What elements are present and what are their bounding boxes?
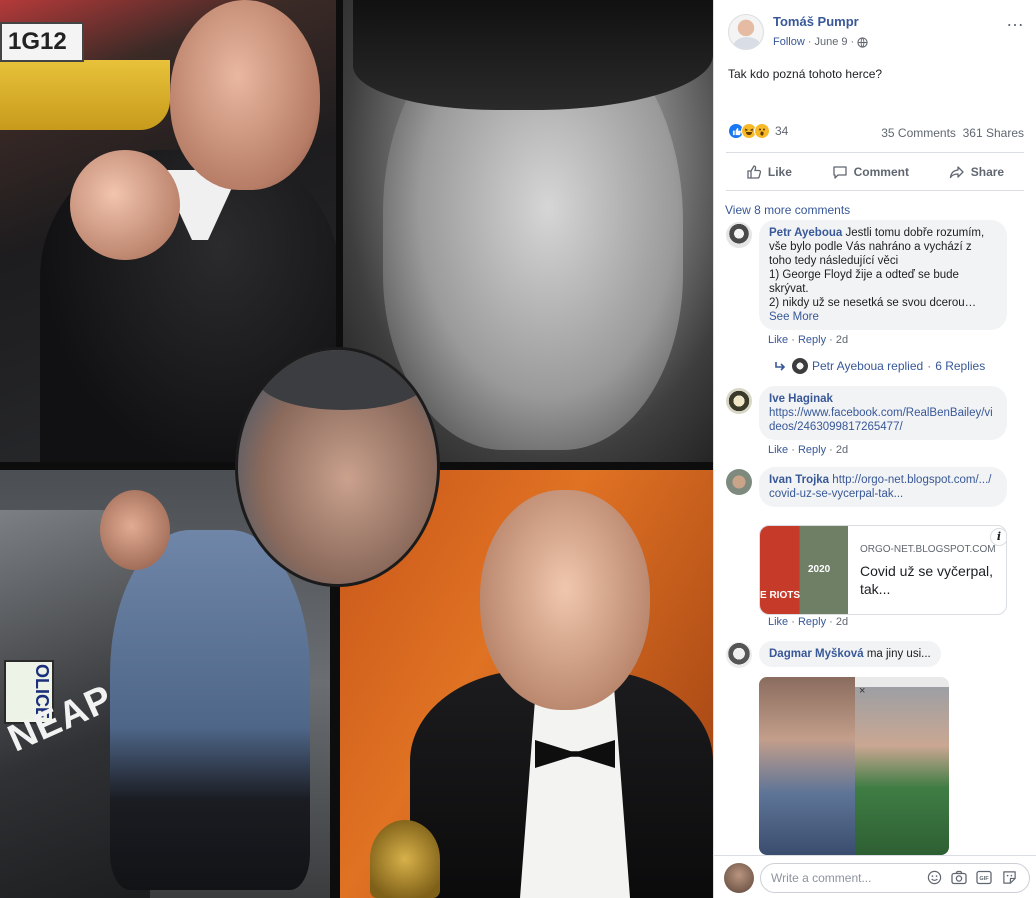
meta-separator: · xyxy=(807,36,812,48)
comments-count[interactable]: 35 Comments xyxy=(881,126,956,140)
comment-bubble: Ivan Trojka http://orgo-net.blogspot.com… xyxy=(759,467,1007,507)
comment-time[interactable]: 2d xyxy=(836,334,848,346)
post-text: Tak kdo pozná tohoto herce? xyxy=(728,67,883,81)
closeup-hair xyxy=(258,350,428,410)
composer-icons: GIF xyxy=(926,869,1017,885)
photo-tile-circle-closeup xyxy=(235,347,440,587)
officer-face xyxy=(100,490,170,570)
wow-reaction-icon xyxy=(754,123,770,139)
comment-text: 1) George Floyd žije a odteď se bude skr… xyxy=(769,269,959,295)
comment-time[interactable]: 2d xyxy=(836,616,848,628)
comment-time[interactable]: 2d xyxy=(836,444,848,456)
gif-icon[interactable]: GIF xyxy=(976,869,992,885)
post-stats: 35 Comments 361 Shares xyxy=(881,126,1024,140)
comment-attached-photo[interactable]: × xyxy=(759,677,949,855)
divider xyxy=(726,190,1024,191)
commenter-avatar[interactable] xyxy=(726,388,752,414)
author-avatar[interactable] xyxy=(728,14,764,50)
comment-like-link[interactable]: Like xyxy=(768,334,788,346)
see-more-link[interactable]: See More xyxy=(769,311,819,323)
share-button[interactable]: Share xyxy=(949,164,1004,180)
meta-separator: · xyxy=(850,36,855,48)
current-user-avatar xyxy=(724,863,754,893)
follow-button[interactable]: Follow xyxy=(773,36,805,48)
action-row: Like Comment Share xyxy=(726,158,1024,186)
comment-composer: GIF xyxy=(714,855,1036,898)
shares-count[interactable]: 361 Shares xyxy=(963,126,1024,140)
card-image-text: E RIOTS xyxy=(760,590,801,601)
meta-separator: · xyxy=(927,359,932,373)
view-more-comments-link[interactable]: View 8 more comments xyxy=(725,203,850,217)
officer-body xyxy=(110,530,310,890)
info-icon[interactable]: i xyxy=(990,528,1006,546)
comment-bubble: Petr Ayeboua Jestli tomu dobře rozumím, … xyxy=(759,220,1007,330)
camera-icon[interactable] xyxy=(951,869,967,885)
commenter-avatar[interactable] xyxy=(726,469,752,495)
emoji-icon[interactable] xyxy=(926,869,942,885)
man-face xyxy=(170,0,320,190)
like-button[interactable]: Like xyxy=(746,164,792,180)
comment-actions: Like · Reply · 2d xyxy=(768,616,849,628)
comment-like-link[interactable]: Like xyxy=(768,616,788,628)
bw-hair xyxy=(353,0,713,110)
comment-reply-link[interactable]: Reply xyxy=(798,616,826,628)
replier-avatar xyxy=(792,358,808,374)
reactions-summary[interactable]: 34 xyxy=(728,123,788,139)
comment-like-link[interactable]: Like xyxy=(768,444,788,456)
close-icon: × xyxy=(859,685,866,697)
globe-icon xyxy=(857,36,868,48)
dress-shirt xyxy=(520,680,630,898)
comment-actions: Like · Reply · 2d xyxy=(768,444,849,456)
post-date[interactable]: June 9 xyxy=(814,36,847,48)
replies-summary[interactable]: Petr Ayeboua replied · 6 Replies xyxy=(774,358,985,374)
commenter-avatar[interactable] xyxy=(726,222,752,248)
author-name[interactable]: Tomáš Pumpr xyxy=(773,14,859,29)
taxi-sign: 1G12 xyxy=(0,22,84,62)
taxi-roof xyxy=(0,60,170,130)
comment-link[interactable]: https://www.facebook.com/RealBenBailey/v… xyxy=(769,407,993,433)
share-icon xyxy=(949,166,964,179)
comment-bubble: Ive Haginak https://www.facebook.com/Rea… xyxy=(759,386,1007,440)
comment-text: 2) nikdy už se nesetká se svou dcerou… xyxy=(769,297,977,309)
sticker-icon[interactable] xyxy=(1001,869,1017,885)
thumbs-up-icon xyxy=(747,165,761,179)
comment-text: ma jiny usi... xyxy=(866,648,931,660)
like-label: Like xyxy=(767,165,792,179)
comment-reply-link[interactable]: Reply xyxy=(798,444,826,456)
commenter-name[interactable]: Ive Haginak xyxy=(769,393,833,405)
award-statue xyxy=(370,820,440,898)
comment-reply-link[interactable]: Reply xyxy=(798,334,826,346)
post-photo-collage[interactable]: 1G12 OLICE NEAPOLIS xyxy=(0,0,713,898)
commenter-name[interactable]: Dagmar Myšková xyxy=(769,648,864,660)
commenter-name[interactable]: Ivan Trojka xyxy=(769,474,829,486)
post-sidebar: Tomáš Pumpr Follow · June 9 · … Tak kdo … xyxy=(713,0,1036,898)
commenter-avatar[interactable] xyxy=(726,642,752,668)
attached-photo-right xyxy=(855,687,949,855)
more-options-icon[interactable]: … xyxy=(1006,10,1025,31)
svg-text:GIF: GIF xyxy=(979,876,989,882)
reply-arrow-icon xyxy=(775,362,786,371)
smiling-face xyxy=(480,490,650,710)
comment-icon xyxy=(832,166,847,179)
divider xyxy=(726,152,1024,153)
link-preview-domain: ORGO-NET.BLOGSPOT.COM xyxy=(860,544,996,555)
post-meta: Follow · June 9 · xyxy=(773,36,868,48)
comment-button[interactable]: Comment xyxy=(832,164,909,180)
pointing-hand xyxy=(70,150,180,260)
reaction-count: 34 xyxy=(775,124,789,138)
link-preview-image: E RIOTS 2020 xyxy=(760,526,848,614)
link-preview-card[interactable]: E RIOTS 2020 ORGO-NET.BLOGSPOT.COM Covid… xyxy=(759,525,1007,615)
link-preview-title: Covid už se vyčerpal, tak... xyxy=(860,563,994,597)
commenter-name[interactable]: Petr Ayeboua xyxy=(769,227,842,239)
replies-count: 6 Replies xyxy=(935,359,986,373)
card-image-text: 2020 xyxy=(808,564,831,575)
comment-label: Comment xyxy=(853,165,909,179)
attached-photo-left xyxy=(759,677,855,855)
replies-author: Petr Ayeboua replied xyxy=(812,359,924,373)
comment-actions: Like · Reply · 2d xyxy=(768,334,849,346)
comment-bubble: Dagmar Myšková ma jiny usi... xyxy=(759,641,941,667)
share-label: Share xyxy=(970,165,1005,179)
